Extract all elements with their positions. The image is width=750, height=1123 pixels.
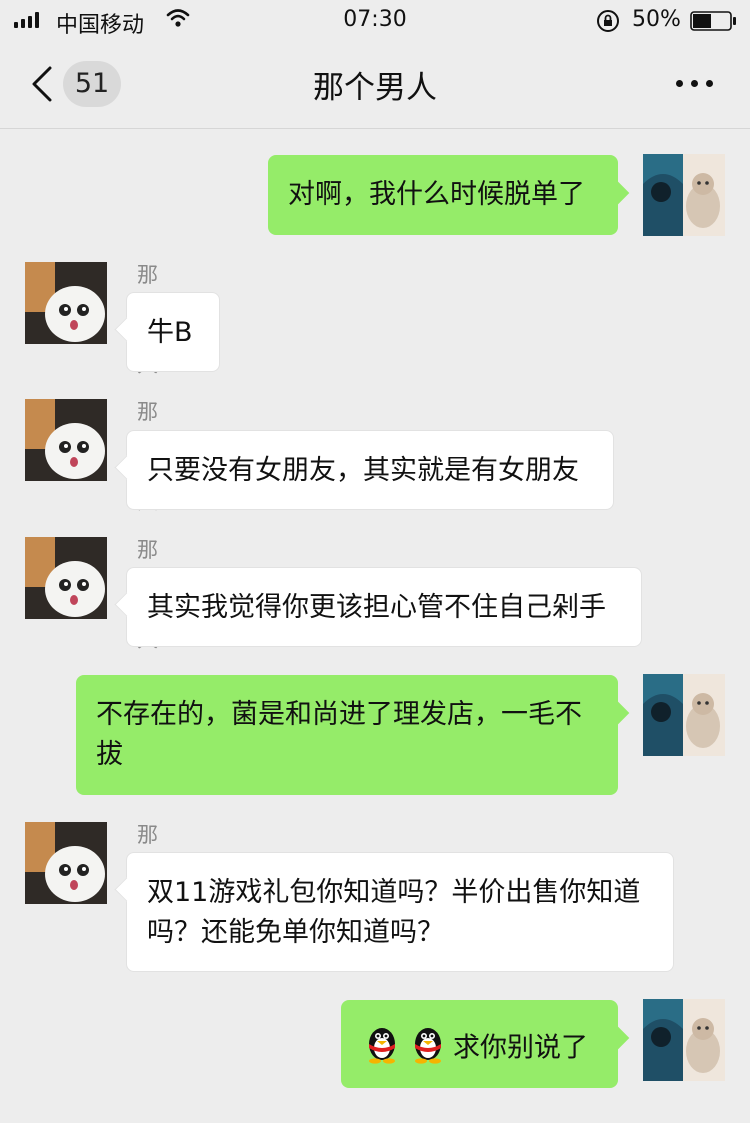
battery-percentage: 50% xyxy=(632,7,681,32)
my-avatar[interactable] xyxy=(643,154,725,236)
more-options-icon[interactable] xyxy=(676,80,713,87)
orientation-lock-icon xyxy=(596,9,620,37)
contact-avatar[interactable] xyxy=(25,399,107,481)
qq-penguin-icon xyxy=(407,1022,449,1076)
contact-avatar[interactable] xyxy=(25,537,107,619)
message-text: 双11游戏礼包你知道吗？半价出售你知道吗？还能免单你知道吗？ xyxy=(147,877,641,948)
message-text: 其实我觉得你更该担心管不住自己剁手 xyxy=(147,592,606,623)
contact-avatar[interactable] xyxy=(25,262,107,344)
message-bubble[interactable]: 不存在的，菌是和尚进了理发店，一毛不拔 xyxy=(76,675,618,795)
my-avatar[interactable] xyxy=(643,999,725,1081)
battery-icon xyxy=(690,11,736,31)
my-avatar[interactable] xyxy=(643,674,725,756)
message-text: 牛B xyxy=(147,317,193,348)
chat-title: 那个男人 xyxy=(313,70,437,106)
message-text: 不存在的，菌是和尚进了理发店，一毛不拔 xyxy=(96,699,582,770)
message-bubble[interactable]: 牛B xyxy=(126,292,220,372)
status-bar: 中国移动 07:30 50% xyxy=(0,0,750,42)
message-bubble[interactable]: 求你别说了 xyxy=(341,1000,618,1088)
message-text: 对啊，我什么时候脱单了 xyxy=(288,179,585,210)
message-text: 只要没有女朋友，其实就是有女朋友 xyxy=(147,455,579,486)
contact-avatar[interactable] xyxy=(25,822,107,904)
message-bubble[interactable]: 双11游戏礼包你知道吗？半价出售你知道吗？还能免单你知道吗？ xyxy=(126,852,674,972)
message-bubble[interactable]: 其实我觉得你更该担心管不住自己剁手 xyxy=(126,567,642,647)
message-text: 求你别说了 xyxy=(453,1032,588,1064)
nav-bar: 51 那个男人 xyxy=(0,42,750,129)
message-bubble[interactable]: 只要没有女朋友，其实就是有女朋友 xyxy=(126,430,614,510)
message-bubble[interactable]: 对啊，我什么时候脱单了 xyxy=(268,155,618,235)
qq-penguin-icon xyxy=(361,1022,403,1076)
